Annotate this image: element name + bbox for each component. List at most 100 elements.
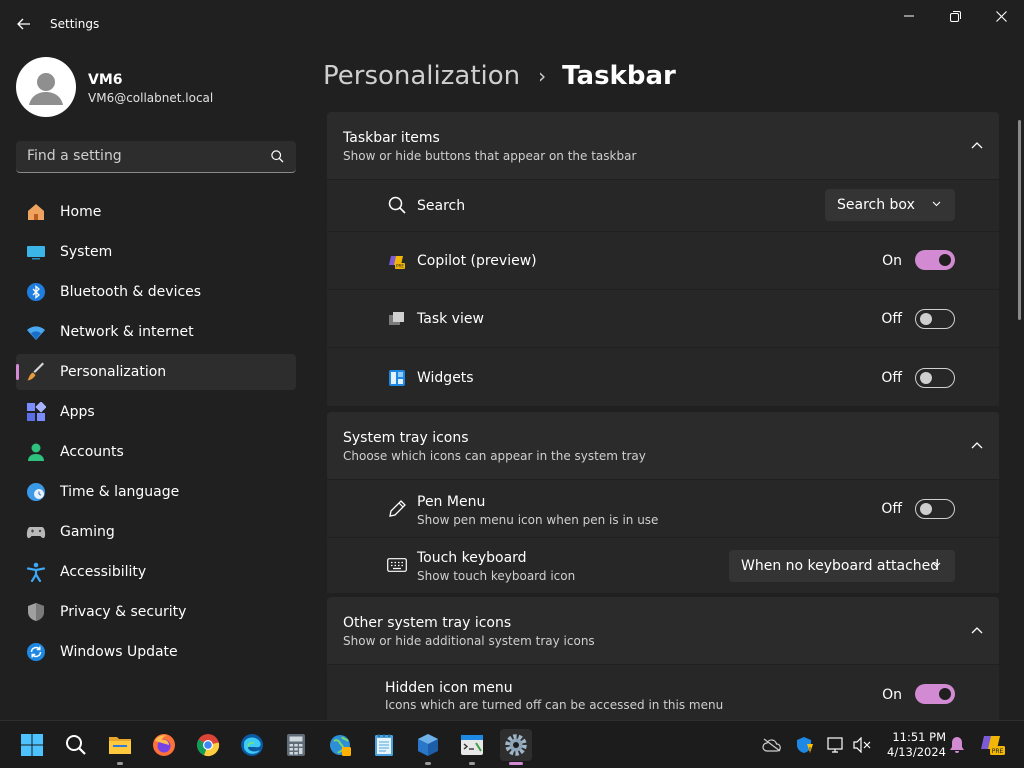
chevron-up-icon[interactable]	[971, 141, 983, 149]
copilot-toggle[interactable]	[915, 250, 955, 270]
virtualbox-icon	[418, 734, 438, 756]
search-input[interactable]	[16, 141, 256, 171]
chevron-up-icon[interactable]	[971, 626, 983, 634]
sidebar-item-label: Gaming	[60, 524, 115, 540]
tray-display[interactable]	[826, 735, 846, 755]
sidebar-item-label: Windows Update	[60, 644, 178, 660]
user-name: VM6	[88, 72, 123, 88]
section-subtitle: Show or hide additional system tray icon…	[343, 634, 595, 648]
taskbar-items-header[interactable]: Taskbar items Show or hide buttons that …	[327, 112, 999, 179]
app-title: Settings	[50, 17, 100, 31]
person-icon	[26, 442, 46, 462]
avatar[interactable]	[16, 57, 76, 117]
sidebar-nav: Home System Bluetooth & devices Network …	[16, 194, 296, 674]
start-icon	[21, 734, 43, 756]
sidebar-item-time-language[interactable]: Time & language	[16, 474, 296, 510]
sidebar-item-label: Bluetooth & devices	[60, 284, 202, 300]
start-button[interactable]	[16, 729, 48, 761]
sidebar-item-label: Accessibility	[60, 564, 147, 580]
taskbar-virtualbox[interactable]	[412, 729, 444, 765]
pen-menu-toggle[interactable]	[915, 499, 955, 519]
taskbar-terminal[interactable]	[456, 729, 488, 765]
setting-label: Widgets	[417, 370, 474, 386]
chevron-down-icon	[932, 562, 941, 568]
other-tray-header[interactable]: Other system tray icons Show or hide add…	[327, 597, 999, 664]
calculator-icon	[287, 734, 305, 756]
dropdown-value: Search box	[837, 197, 915, 213]
close-icon	[995, 10, 1007, 22]
sidebar-item-accounts[interactable]: Accounts	[16, 434, 296, 470]
tray-defender[interactable]: !	[795, 735, 815, 755]
setting-row-task-view: Task view Off	[327, 290, 999, 347]
scrollbar[interactable]	[1018, 120, 1021, 320]
toggle-state-text: Off	[881, 501, 902, 517]
toggle-knob	[939, 688, 951, 700]
task-view-toggle[interactable]	[915, 309, 955, 329]
setting-row-search: Search Search box	[327, 180, 999, 231]
minimize-button[interactable]	[886, 4, 932, 28]
sidebar-item-network[interactable]: Network & internet	[16, 314, 296, 350]
tray-copilot[interactable]: PRE	[980, 731, 1006, 757]
taskbar-calculator[interactable]	[280, 729, 312, 761]
page-title: Taskbar	[562, 61, 676, 91]
taskbar-notepad[interactable]	[368, 729, 400, 761]
taskbar-settings[interactable]	[500, 729, 532, 765]
search-box[interactable]	[16, 141, 296, 173]
home-icon	[26, 202, 46, 222]
sidebar-item-gaming[interactable]: Gaming	[16, 514, 296, 550]
widgets-icon	[387, 368, 407, 388]
toggle-state-text: On	[882, 253, 902, 269]
wifi-icon	[26, 322, 46, 342]
widgets-toggle[interactable]	[915, 368, 955, 388]
svg-text:!: !	[809, 747, 811, 754]
chevron-up-icon[interactable]	[971, 441, 983, 449]
sidebar-item-bluetooth[interactable]: Bluetooth & devices	[16, 274, 296, 310]
search-icon	[271, 150, 284, 163]
brush-icon	[26, 362, 46, 382]
sidebar-item-apps[interactable]: Apps	[16, 394, 296, 430]
taskbar-file-explorer[interactable]	[104, 729, 136, 765]
sidebar-item-system[interactable]: System	[16, 234, 296, 270]
sidebar-item-windows-update[interactable]: Windows Update	[16, 634, 296, 670]
tray-volume[interactable]	[852, 735, 872, 755]
apps-icon	[26, 402, 46, 422]
title-bar: Settings	[0, 0, 1024, 48]
system-tray-header[interactable]: System tray icons Choose which icons can…	[327, 412, 999, 479]
section-title: Other system tray icons	[343, 615, 512, 631]
sidebar-item-label: Accounts	[60, 444, 124, 460]
hidden-icon-menu-toggle[interactable]	[915, 684, 955, 704]
keyboard-icon	[387, 555, 407, 575]
copilot-icon: PRE	[387, 251, 407, 271]
taskbar-chrome[interactable]	[192, 729, 224, 761]
close-button[interactable]	[978, 4, 1024, 28]
taskbar-globe-app[interactable]	[324, 729, 356, 761]
running-indicator	[117, 762, 123, 765]
taskbar-firefox[interactable]	[148, 729, 180, 761]
minimize-icon	[904, 15, 914, 17]
setting-row-pen-menu: Pen Menu Show pen menu icon when pen is …	[327, 480, 999, 537]
tray-cloud[interactable]	[762, 735, 782, 755]
search-mode-dropdown[interactable]: Search box	[825, 189, 955, 221]
display-icon	[827, 737, 843, 753]
back-button[interactable]	[10, 10, 38, 38]
taskbar-search-button[interactable]	[60, 729, 92, 761]
breadcrumb-parent[interactable]: Personalization	[323, 61, 520, 91]
defender-icon: !	[797, 737, 813, 754]
sidebar-item-personalization[interactable]: Personalization	[16, 354, 296, 390]
taskbar-clock[interactable]: 11:51 PM 4/13/2024	[880, 730, 946, 760]
setting-label: Touch keyboard	[417, 550, 527, 566]
sidebar-item-accessibility[interactable]: Accessibility	[16, 554, 296, 590]
section-subtitle: Show or hide buttons that appear on the …	[343, 149, 637, 163]
setting-label: Hidden icon menu	[385, 680, 513, 696]
restore-button[interactable]	[932, 4, 978, 28]
chrome-icon	[196, 734, 220, 757]
sidebar-item-home[interactable]: Home	[16, 194, 296, 230]
running-indicator	[509, 762, 523, 765]
tray-notifications[interactable]	[947, 735, 967, 755]
taskbar-edge[interactable]	[236, 729, 268, 761]
edge-icon	[241, 734, 263, 756]
terminal-icon	[461, 735, 483, 755]
touch-keyboard-dropdown[interactable]: When no keyboard attached	[729, 550, 955, 582]
setting-row-touch-keyboard: Touch keyboard Show touch keyboard icon …	[327, 538, 999, 593]
sidebar-item-privacy[interactable]: Privacy & security	[16, 594, 296, 630]
